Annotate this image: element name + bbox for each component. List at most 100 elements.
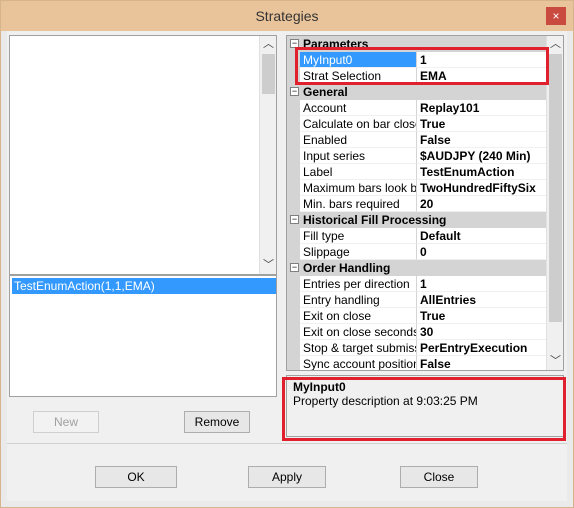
grid-row[interactable]: Exit on close seconds 30	[287, 324, 547, 340]
grid-row[interactable]: Fill type Default	[287, 228, 547, 244]
property-value[interactable]: $AUDJPY (240 Min)	[417, 148, 547, 164]
grid-row-gutter	[287, 340, 300, 356]
scroll-thumb[interactable]	[549, 54, 562, 322]
grid-row[interactable]: Account Replay101	[287, 100, 547, 116]
configured-strategies-list[interactable]: TestEnumAction(1,1,EMA)	[9, 275, 277, 397]
collapse-toggle-icon[interactable]: −	[290, 39, 299, 48]
property-grid-rows: − Parameters MyInput0 1 Strat Selection EMA − G…	[287, 36, 547, 370]
property-name[interactable]: Account	[300, 100, 417, 116]
property-name[interactable]: Entries per direction	[300, 276, 417, 292]
grid-category[interactable]: − Historical Fill Processing	[287, 212, 547, 228]
grid-row-gutter	[287, 164, 300, 180]
dialog-footer: OK Apply Close	[7, 443, 567, 501]
property-name[interactable]: Exit on close seconds	[300, 324, 417, 340]
property-name[interactable]: Fill type	[300, 228, 417, 244]
property-value[interactable]: 1	[417, 276, 547, 292]
collapse-toggle-icon[interactable]: −	[290, 215, 299, 224]
grid-row-gutter	[287, 180, 300, 196]
scroll-down-icon[interactable]: ﹀	[547, 353, 563, 370]
grid-row[interactable]: Enabled False	[287, 132, 547, 148]
grid-category-label: Order Handling	[303, 261, 391, 275]
grid-category[interactable]: − General	[287, 84, 547, 100]
grid-row-gutter	[287, 228, 300, 244]
grid-row-gutter	[287, 244, 300, 260]
scroll-down-icon[interactable]: ﹀	[260, 257, 277, 274]
available-strategies-list[interactable]: ︿ ﹀	[9, 35, 277, 275]
property-value[interactable]: TestEnumAction	[417, 164, 547, 180]
grid-row[interactable]: Label TestEnumAction	[287, 164, 547, 180]
property-value[interactable]: False	[417, 356, 547, 370]
description-title: MyInput0	[293, 380, 346, 394]
grid-category[interactable]: − Parameters	[287, 36, 547, 52]
grid-row-gutter	[287, 68, 300, 84]
property-value[interactable]: 0	[417, 244, 547, 260]
property-name[interactable]: Entry handling	[300, 292, 417, 308]
property-name[interactable]: Sync account position	[300, 356, 417, 370]
grid-row[interactable]: Min. bars required 20	[287, 196, 547, 212]
list-scrollbar[interactable]: ︿ ﹀	[259, 36, 276, 274]
grid-row[interactable]: Entry handling AllEntries	[287, 292, 547, 308]
grid-row-gutter	[287, 276, 300, 292]
grid-category-label: Historical Fill Processing	[303, 213, 447, 227]
property-name[interactable]: Strat Selection	[300, 68, 417, 84]
grid-row-gutter	[287, 324, 300, 340]
list-item[interactable]: TestEnumAction(1,1,EMA)	[12, 278, 276, 294]
dialog-client: ︿ ﹀ TestEnumAction(1,1,EMA) New Remove −…	[7, 31, 567, 501]
grid-row[interactable]: Stop & target submissi PerEntryExecution	[287, 340, 547, 356]
new-button[interactable]: New	[33, 411, 99, 433]
property-value[interactable]: Default	[417, 228, 547, 244]
ok-button[interactable]: OK	[95, 466, 177, 488]
grid-row[interactable]: Sync account position False	[287, 356, 547, 370]
grid-row[interactable]: Exit on close True	[287, 308, 547, 324]
grid-row-gutter	[287, 148, 300, 164]
grid-row[interactable]: Calculate on bar close True	[287, 116, 547, 132]
grid-row[interactable]: Maximum bars look ba TwoHundredFiftySix	[287, 180, 547, 196]
property-value[interactable]: 1	[417, 52, 547, 68]
property-name[interactable]: Enabled	[300, 132, 417, 148]
property-name[interactable]: Maximum bars look ba	[300, 180, 417, 196]
apply-button[interactable]: Apply	[248, 466, 326, 488]
property-name[interactable]: Label	[300, 164, 417, 180]
grid-row-gutter	[287, 116, 300, 132]
title-bar[interactable]: Strategies ×	[1, 1, 573, 31]
property-value[interactable]: True	[417, 116, 547, 132]
property-name[interactable]: Input series	[300, 148, 417, 164]
property-value[interactable]: 30	[417, 324, 547, 340]
close-window-icon[interactable]: ×	[546, 7, 566, 25]
grid-category[interactable]: − Order Handling	[287, 260, 547, 276]
strategies-window: Strategies × ︿ ﹀ TestEnumAction(1,1,EMA)…	[0, 0, 574, 508]
property-name[interactable]: Exit on close	[300, 308, 417, 324]
property-value[interactable]: TwoHundredFiftySix	[417, 180, 547, 196]
property-name[interactable]: Slippage	[300, 244, 417, 260]
property-value[interactable]: EMA	[417, 68, 547, 84]
grid-row[interactable]: MyInput0 1	[287, 52, 547, 68]
collapse-toggle-icon[interactable]: −	[290, 263, 299, 272]
close-button[interactable]: Close	[400, 466, 478, 488]
remove-button[interactable]: Remove	[184, 411, 250, 433]
scroll-up-icon[interactable]: ︿	[260, 36, 277, 53]
property-name[interactable]: MyInput0	[300, 52, 417, 68]
property-value[interactable]: 20	[417, 196, 547, 212]
description-text: Property description at 9:03:25 PM	[293, 394, 478, 408]
property-name[interactable]: Calculate on bar close	[300, 116, 417, 132]
collapse-toggle-icon[interactable]: −	[290, 87, 299, 96]
property-name[interactable]: Stop & target submissi	[300, 340, 417, 356]
grid-row[interactable]: Entries per direction 1	[287, 276, 547, 292]
property-description-panel: MyInput0 Property description at 9:03:25…	[286, 375, 564, 437]
property-value[interactable]: PerEntryExecution	[417, 340, 547, 356]
grid-row[interactable]: Strat Selection EMA	[287, 68, 547, 84]
grid-scrollbar[interactable]: ︿ ﹀	[546, 36, 563, 370]
window-title: Strategies	[255, 8, 319, 24]
property-name[interactable]: Min. bars required	[300, 196, 417, 212]
property-value[interactable]: Replay101	[417, 100, 547, 116]
property-value[interactable]: True	[417, 308, 547, 324]
grid-row-gutter	[287, 100, 300, 116]
property-value[interactable]: False	[417, 132, 547, 148]
scroll-up-icon[interactable]: ︿	[547, 36, 563, 53]
property-value[interactable]: AllEntries	[417, 292, 547, 308]
scroll-thumb[interactable]	[262, 54, 275, 94]
property-grid[interactable]: − Parameters MyInput0 1 Strat Selection EMA − G…	[286, 35, 564, 371]
grid-row[interactable]: Slippage 0	[287, 244, 547, 260]
grid-row[interactable]: Input series $AUDJPY (240 Min)	[287, 148, 547, 164]
grid-row-gutter	[287, 52, 300, 68]
